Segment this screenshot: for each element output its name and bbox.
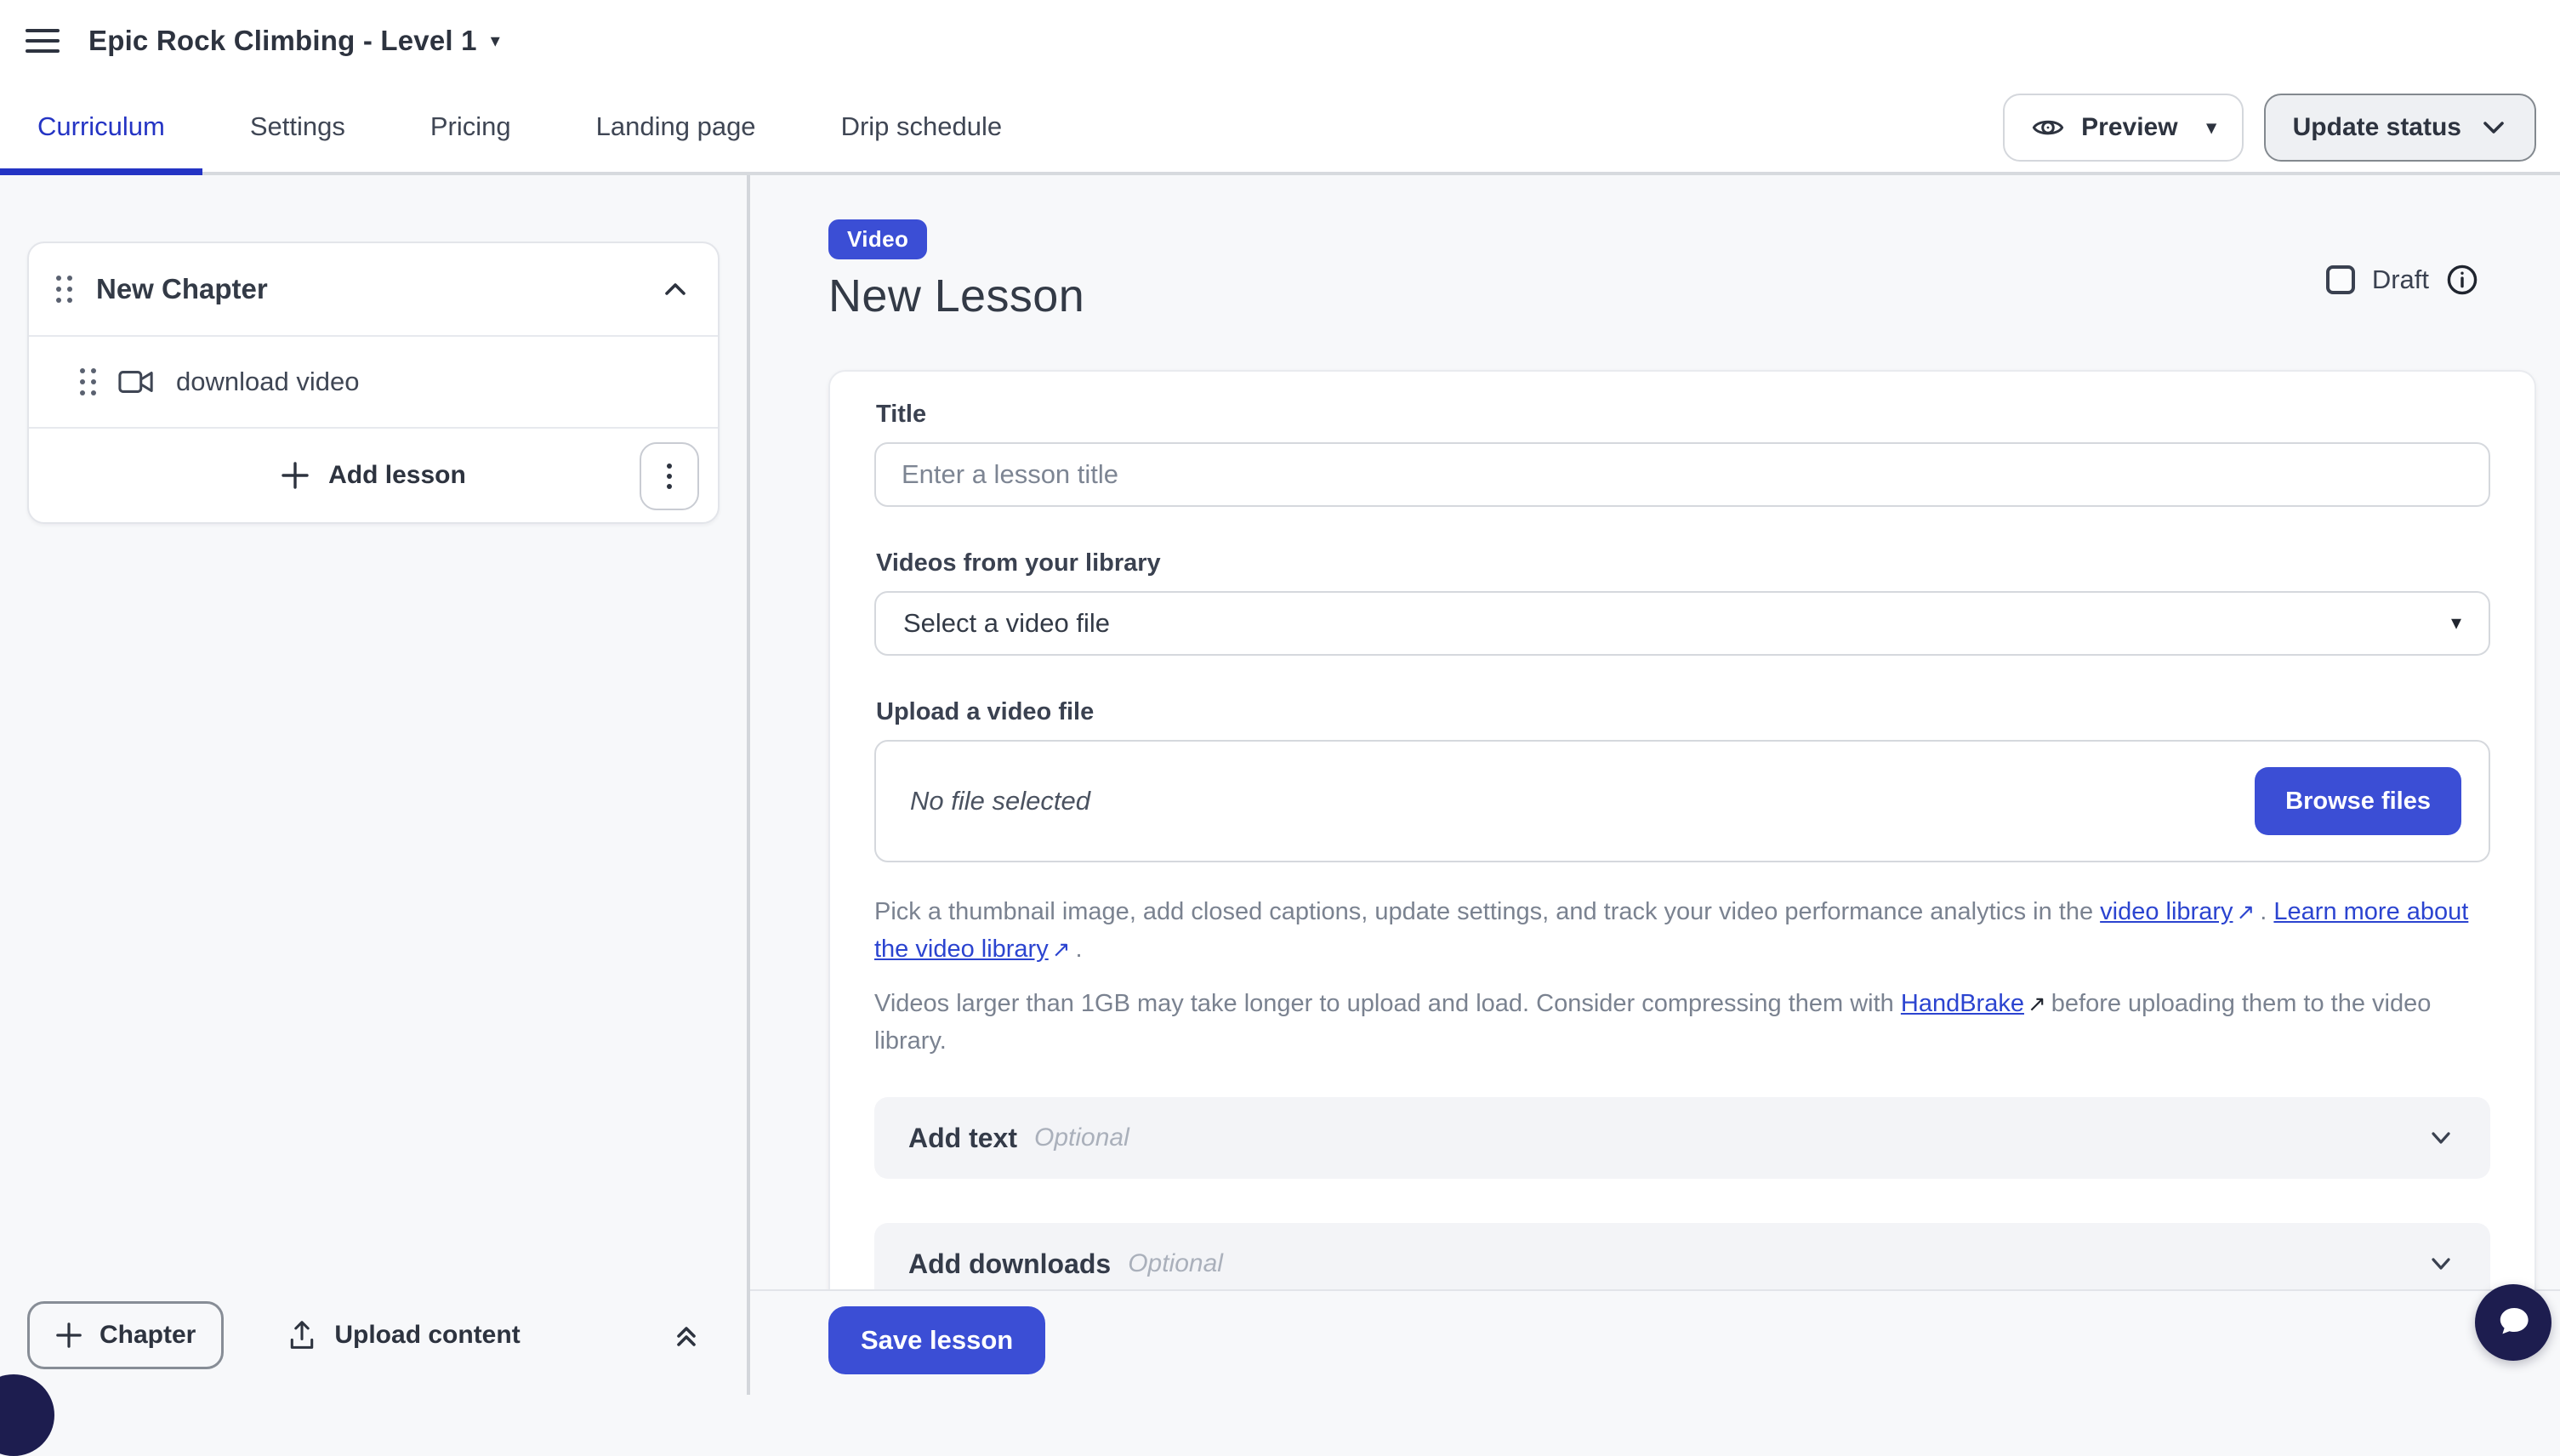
- optional-label: Optional: [1034, 1123, 1129, 1152]
- chapter-card: New Chapter download video: [27, 242, 720, 524]
- tab-curriculum[interactable]: Curriculum: [0, 82, 202, 172]
- hint-text: .: [2260, 898, 2273, 925]
- video-camera-icon: [118, 368, 154, 395]
- lesson-title-heading: New Lesson: [828, 270, 2560, 322]
- lesson-title: download video: [176, 367, 359, 397]
- browse-files-button[interactable]: Browse files: [2255, 767, 2461, 835]
- hint-text: Videos larger than 1GB may take longer t…: [874, 990, 1901, 1017]
- info-icon[interactable]: [2446, 264, 2478, 296]
- external-link-icon: ↗: [2236, 893, 2255, 930]
- collapse-all-icon[interactable]: [670, 1319, 703, 1351]
- save-lesson-button[interactable]: Save lesson: [828, 1306, 1045, 1374]
- tab-settings[interactable]: Settings: [213, 82, 383, 172]
- caret-down-icon: ▾: [491, 31, 500, 50]
- chat-launcher-button[interactable]: [2475, 1284, 2551, 1361]
- no-file-text: No file selected: [910, 786, 1090, 816]
- add-chapter-label: Chapter: [100, 1321, 196, 1350]
- upload-field-label: Upload a video file: [876, 698, 2490, 726]
- hint-text: .: [1076, 936, 1083, 963]
- lesson-header: Video New Lesson: [750, 175, 2560, 322]
- optional-label: Optional: [1128, 1249, 1223, 1278]
- plus-icon: [55, 1322, 82, 1349]
- update-status-button[interactable]: Update status: [2264, 94, 2536, 162]
- tab-drip-schedule[interactable]: Drip schedule: [804, 82, 1040, 172]
- add-text-label: Add text: [908, 1123, 1017, 1154]
- file-dropzone[interactable]: No file selected Browse files: [874, 740, 2490, 862]
- handbrake-link[interactable]: HandBrake: [1901, 990, 2024, 1017]
- add-lesson-label: Add lesson: [328, 461, 466, 490]
- tab-bar: Curriculum Settings Pricing Landing page…: [0, 82, 2560, 175]
- curriculum-sidebar: New Chapter download video: [0, 175, 750, 1395]
- tab-pricing[interactable]: Pricing: [393, 82, 549, 172]
- tab-list: Curriculum Settings Pricing Landing page…: [0, 82, 1039, 172]
- chapter-options-button[interactable]: [640, 442, 699, 510]
- add-chapter-button[interactable]: Chapter: [27, 1301, 224, 1369]
- chevron-down-icon: [2426, 1248, 2456, 1279]
- sidebar-footer: Chapter Upload content: [27, 1301, 723, 1369]
- library-field-label: Videos from your library: [876, 549, 2490, 577]
- video-library-hint: Pick a thumbnail image, add closed capti…: [874, 893, 2490, 968]
- upload-icon: [287, 1319, 317, 1351]
- form-footer: Save lesson: [750, 1289, 2560, 1395]
- video-library-link[interactable]: video library: [2100, 898, 2233, 925]
- lesson-form-card: Title Videos from your library Select a …: [828, 370, 2536, 1309]
- lesson-editor: Video New Lesson Draft Title Videos from…: [750, 175, 2560, 1395]
- upload-content-label: Upload content: [334, 1321, 520, 1350]
- top-bar: Epic Rock Climbing - Level 1 ▾: [0, 0, 2560, 82]
- chevron-up-icon[interactable]: [660, 274, 691, 304]
- tab-landing-page[interactable]: Landing page: [559, 82, 794, 172]
- workspace: New Chapter download video: [0, 175, 2560, 1395]
- add-lesson-row: Add lesson: [29, 427, 718, 522]
- update-status-label: Update status: [2293, 113, 2461, 142]
- select-caret-icon: ▾: [2451, 613, 2461, 634]
- lesson-row[interactable]: download video: [29, 335, 718, 427]
- lesson-title-input[interactable]: [874, 442, 2490, 507]
- add-lesson-button[interactable]: Add lesson: [281, 461, 466, 490]
- chevron-down-icon: [2426, 1123, 2456, 1153]
- video-library-select[interactable]: Select a video file ▾: [874, 591, 2490, 656]
- preview-label: Preview: [2081, 113, 2177, 142]
- compression-hint: Videos larger than 1GB may take longer t…: [874, 985, 2490, 1060]
- caret-down-icon: ▾: [2207, 118, 2216, 137]
- course-title-dropdown[interactable]: Epic Rock Climbing - Level 1 ▾: [88, 25, 500, 57]
- drag-handle-icon[interactable]: [56, 276, 72, 303]
- draft-checkbox[interactable]: [2326, 265, 2355, 294]
- chapter-row[interactable]: New Chapter: [29, 243, 718, 335]
- lesson-type-badge: Video: [828, 219, 927, 259]
- chat-bubble-icon: [2493, 1302, 2534, 1343]
- drag-handle-icon[interactable]: [80, 368, 96, 395]
- chapter-title: New Chapter: [96, 273, 268, 305]
- hamburger-menu-icon[interactable]: [26, 29, 60, 53]
- upload-content-button[interactable]: Upload content: [287, 1319, 520, 1351]
- add-downloads-label: Add downloads: [908, 1248, 1111, 1280]
- header-actions: Preview ▾ Update status: [2003, 94, 2536, 162]
- hint-text: Pick a thumbnail image, add closed capti…: [874, 898, 2100, 925]
- corner-notification-bubble[interactable]: [0, 1374, 54, 1456]
- preview-button[interactable]: Preview ▾: [2003, 94, 2243, 162]
- title-field-label: Title: [876, 401, 2490, 429]
- plus-icon: [281, 461, 310, 490]
- eye-icon: [2030, 110, 2066, 145]
- add-text-accordion[interactable]: Add text Optional: [874, 1097, 2490, 1179]
- course-title: Epic Rock Climbing - Level 1: [88, 25, 477, 57]
- chevron-down-icon: [2480, 114, 2507, 141]
- external-link-icon: ↗: [2028, 985, 2046, 1022]
- draft-control: Draft: [2326, 264, 2478, 296]
- select-value: Select a video file: [903, 608, 1110, 639]
- draft-label: Draft: [2372, 264, 2429, 295]
- external-link-icon: ↗: [1052, 930, 1071, 968]
